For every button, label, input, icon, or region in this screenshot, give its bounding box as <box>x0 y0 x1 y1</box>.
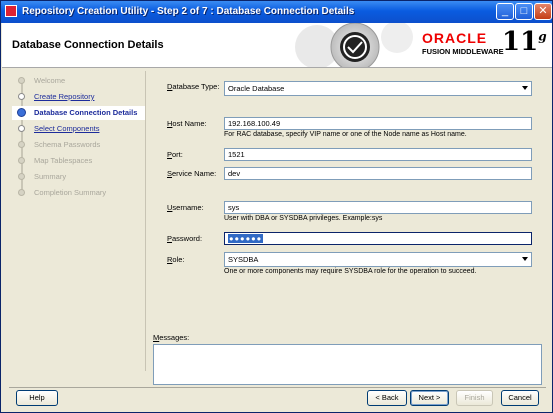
step-indicator-icon <box>18 93 25 100</box>
cancel-button[interactable]: Cancel <box>501 390 539 406</box>
maximize-icon: □ <box>520 5 528 17</box>
service-name-input[interactable]: dev <box>224 167 532 180</box>
back-button[interactable]: < Back <box>367 390 407 406</box>
close-button[interactable]: ✕ <box>534 3 552 20</box>
maximize-button[interactable]: □ <box>515 3 533 20</box>
minimize-button[interactable]: _ <box>496 3 514 20</box>
password-mask: ●●●●●● <box>228 234 264 243</box>
username-hint: User with DBA or SYSDBA privileges. Exam… <box>224 215 383 222</box>
host-name-hint: For RAC database, specify VIP name or on… <box>224 131 467 138</box>
nav-step-label[interactable]: Create Repository <box>34 92 94 101</box>
window-title: Repository Creation Utility - Step 2 of … <box>22 6 355 17</box>
role-value: SYSDBA <box>228 255 259 264</box>
nav-step-schema-passwords: Schema Passwords <box>12 138 145 152</box>
current-step-icon <box>17 108 26 117</box>
title-bar[interactable]: Repository Creation Utility - Step 2 of … <box>1 1 552 23</box>
nav-step-map-tablespaces: Map Tablespaces <box>12 154 145 168</box>
dropdown-arrow-icon[interactable] <box>522 86 528 90</box>
service-name-label: Service Name: <box>167 169 217 178</box>
messages-area[interactable] <box>153 344 542 385</box>
app-icon <box>5 5 17 17</box>
step-indicator-icon <box>18 173 25 180</box>
oracle-wordmark: ORACLE <box>422 30 488 46</box>
page-title: Database Connection Details <box>12 39 164 51</box>
nav-step-label: Schema Passwords <box>34 140 101 149</box>
help-button[interactable]: Help <box>16 390 58 406</box>
minimize-icon: _ <box>501 5 509 17</box>
nav-step-completion-summary: Completion Summary <box>12 186 145 200</box>
step-indicator-icon <box>18 141 25 148</box>
database-type-select[interactable]: Oracle Database <box>224 81 532 96</box>
fusion-middleware-label: FUSION MIDDLEWARE <box>422 47 504 56</box>
username-input[interactable]: sys <box>224 201 532 214</box>
next-button[interactable]: Next > <box>410 390 449 406</box>
port-input[interactable]: 1521 <box>224 148 532 161</box>
nav-step-label: Completion Summary <box>34 188 107 197</box>
nav-step-select-components[interactable]: Select Components <box>12 122 145 136</box>
dropdown-arrow-icon[interactable] <box>522 257 528 261</box>
role-select[interactable]: SYSDBA <box>224 252 532 267</box>
nav-step-create-repository[interactable]: Create Repository <box>12 90 145 104</box>
database-type-label: Database Type: <box>167 82 220 91</box>
nav-step-welcome: Welcome <box>12 74 145 88</box>
role-hint: One or more components may require SYSDB… <box>224 268 477 275</box>
password-input[interactable]: ●●●●●● <box>224 232 532 245</box>
nav-step-summary: Summary <box>12 170 145 184</box>
nav-step-label[interactable]: Select Components <box>34 124 99 133</box>
nav-step-database-connection-details[interactable]: Database Connection Details <box>12 106 145 120</box>
gears-graphic-icon <box>295 23 413 67</box>
installer-window: Repository Creation Utility - Step 2 of … <box>0 0 553 413</box>
step-indicator-icon <box>18 189 25 196</box>
password-label: Password: <box>167 234 203 243</box>
connection-form: Database Type: Oracle Database Host Name… <box>149 71 543 331</box>
version-suffix: g <box>538 29 547 44</box>
host-name-input[interactable]: 192.168.100.49 <box>224 117 532 130</box>
footer-divider <box>9 387 546 388</box>
host-name-label: Host Name: <box>167 119 207 128</box>
port-label: Port: <box>167 150 183 159</box>
step-indicator-icon <box>18 125 25 132</box>
close-icon: ✕ <box>538 5 548 17</box>
wizard-steps-nav: Welcome Create Repository Database Conne… <box>12 71 146 371</box>
version-logo: 11g <box>502 27 547 57</box>
step-indicator-icon <box>18 77 25 84</box>
username-label: Username: <box>167 203 204 212</box>
messages-label: Messages: <box>153 333 190 342</box>
oracle-logo: ORACLE FUSION MIDDLEWARE <box>422 30 504 56</box>
version-number: 11 <box>502 27 539 57</box>
wizard-header: Database Connection Details ORACLE FUSIO… <box>2 23 552 68</box>
role-label: Role: <box>167 255 185 264</box>
nav-step-label: Summary <box>34 172 67 181</box>
finish-button: Finish <box>456 390 493 406</box>
nav-step-label: Database Connection Details <box>34 108 138 117</box>
nav-step-label: Map Tablespaces <box>34 156 93 165</box>
nav-step-label: Welcome <box>34 76 66 85</box>
step-indicator-icon <box>18 157 25 164</box>
database-type-value: Oracle Database <box>228 84 285 93</box>
